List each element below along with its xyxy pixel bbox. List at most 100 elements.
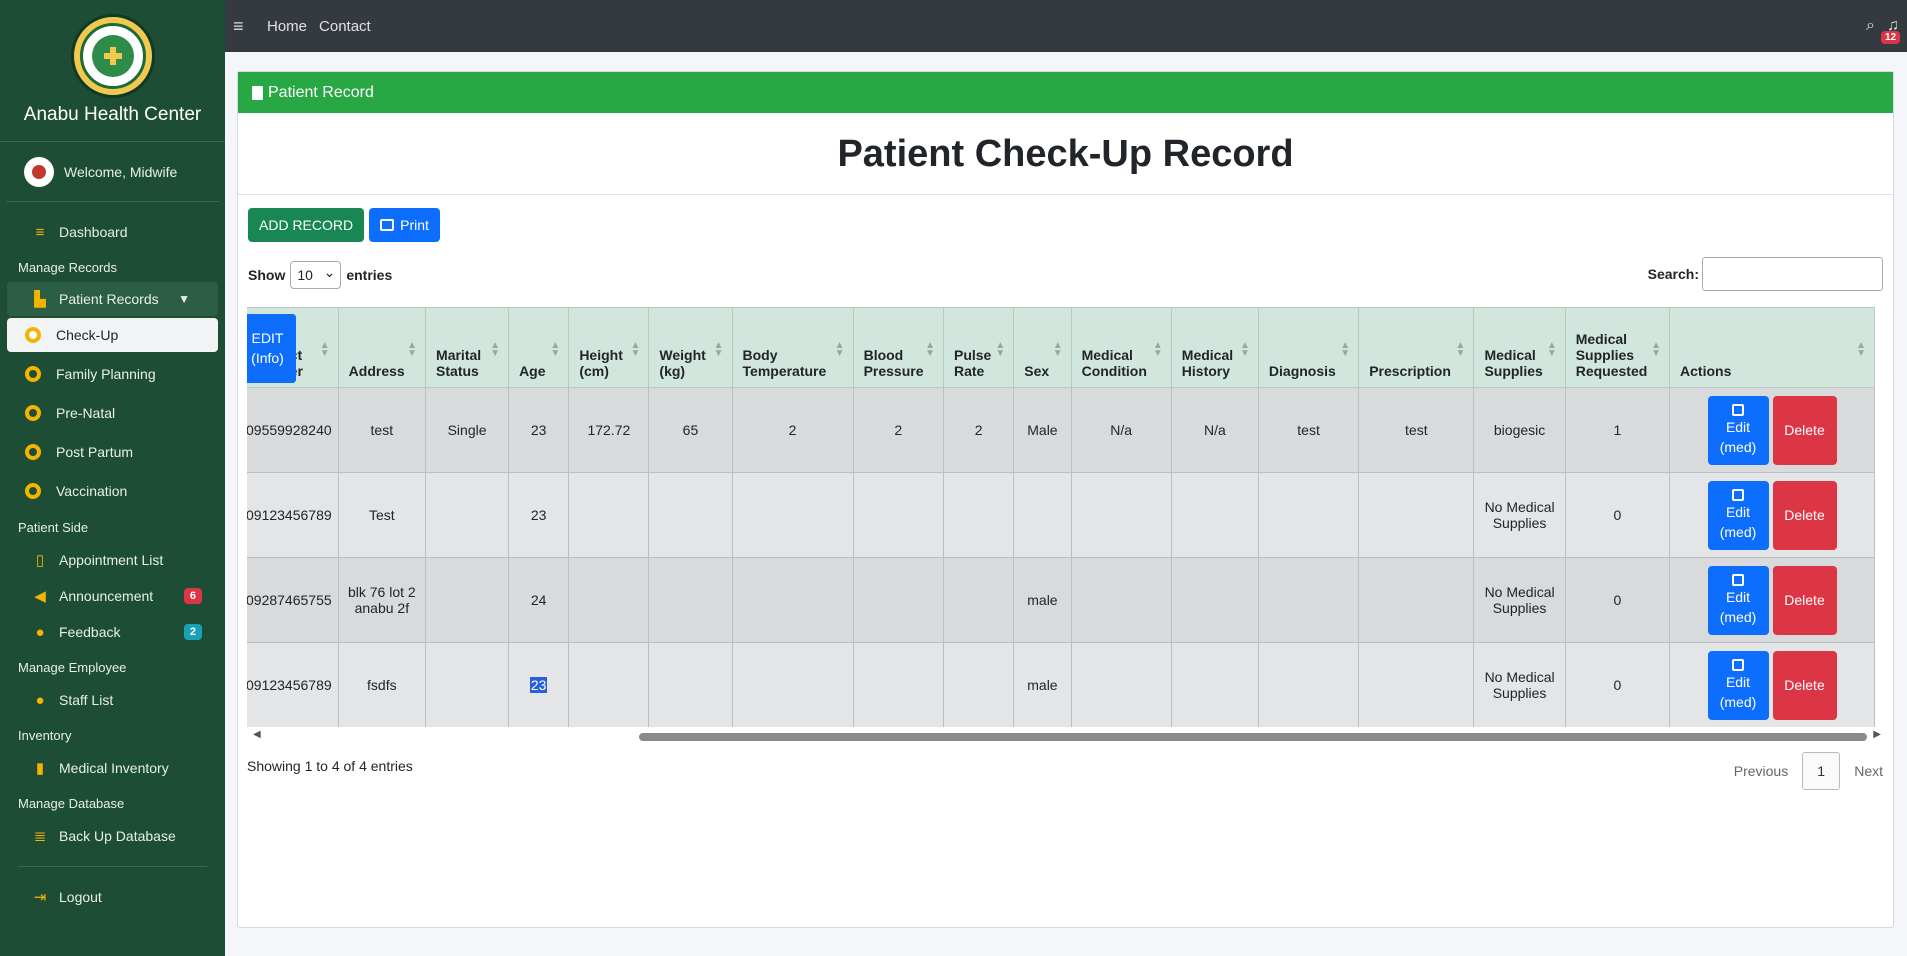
table-body: 09559928240 test Single 23 172.72 65 2 2 2 Male N/…	[247, 313, 1875, 727]
sidebar-item-post-partum[interactable]: Post Partum	[7, 432, 218, 471]
column-header-label: Address	[348, 363, 405, 379]
sort-icon: ▲ ▼	[925, 340, 935, 359]
entries-info: Showing 1 to 4 of 4 entries	[247, 758, 413, 774]
column-header[interactable]: Address ▲ ▼	[337, 307, 427, 388]
checkup-table: Contact Number▲▼Address▲▼Marital Status▲…	[247, 307, 1875, 727]
edit-med-button[interactable]: Edit (med)	[1707, 395, 1769, 465]
sidebar-item-vaccination[interactable]: Vaccination	[7, 471, 218, 510]
circle-icon	[25, 443, 41, 460]
sidebar-item-feedback[interactable]: ● Feedback 2	[7, 614, 218, 650]
table-cell	[1358, 557, 1475, 643]
table-cell: Male	[1013, 387, 1072, 473]
table-cell: 65	[648, 387, 733, 473]
brand: Anabu Health Center	[0, 0, 225, 142]
search-icon[interactable]: ⌕	[1866, 17, 1875, 35]
column-header-label: Medical Supplies	[1484, 347, 1543, 379]
column-header[interactable]: Diagnosis ▲ ▼	[1257, 307, 1360, 388]
logout-icon: ⇥	[33, 889, 47, 906]
column-header[interactable]: Blood Pressure ▲ ▼	[852, 307, 944, 388]
column-header-label: Actions	[1680, 363, 1732, 379]
scrollbar-thumb[interactable]	[639, 733, 1867, 741]
column-header[interactable]: Weight (kg) ▲ ▼	[648, 307, 733, 388]
table-cell: 0	[1564, 472, 1671, 558]
table-cell	[568, 557, 650, 643]
sidebar-item-logout[interactable]: ⇥ Logout	[7, 879, 218, 915]
sort-icon: ▲ ▼	[713, 340, 724, 359]
next-button[interactable]: Next	[1854, 763, 1883, 779]
pagination: Previous 1 Next	[1734, 752, 1883, 790]
table-cell: 23	[508, 642, 570, 727]
sidebar-item-medical-inventory[interactable]: ▮ Medical Inventory	[7, 750, 218, 786]
previous-button[interactable]: Previous	[1734, 763, 1788, 779]
sort-icon: ▲ ▼	[834, 340, 845, 359]
comments-icon: ●	[35, 623, 45, 641]
table-cell: 0	[1564, 642, 1671, 727]
delete-button[interactable]: Delete	[1772, 395, 1837, 465]
edit-med-button[interactable]: Edit (med)	[1707, 565, 1769, 635]
circle-icon	[25, 404, 41, 421]
add-record-button[interactable]: ADD RECORD	[248, 208, 365, 242]
column-header-label: Age	[519, 363, 546, 379]
circle-icon	[25, 327, 41, 343]
sidebar-item-family-planning[interactable]: Family Planning	[7, 354, 218, 393]
table-cell	[1257, 557, 1360, 643]
column-header-label: Sex	[1024, 363, 1050, 379]
avatar	[24, 156, 54, 187]
table-scroll-area[interactable]: Contact Number▲▼Address▲▼Marital Status▲…	[247, 307, 1883, 727]
nav-link-contact[interactable]: Contact	[319, 18, 371, 35]
delete-button[interactable]: Delete	[1772, 565, 1837, 635]
sidebar-item-patient-records[interactable]: ▙ Patient Records ▼	[7, 282, 218, 316]
table-cell	[1070, 642, 1172, 727]
actions-cell: Edit (med) EDIT (Info) Delete	[247, 313, 1875, 473]
column-header[interactable]: Prescription ▲ ▼	[1358, 307, 1475, 388]
column-header[interactable]: Age ▲ ▼	[508, 307, 570, 388]
sidebar-item-staff-list[interactable]: ● Staff List	[7, 682, 218, 718]
scroll-right-arrow-icon[interactable]: ▶	[1873, 729, 1881, 740]
entries-select[interactable]: 10	[290, 261, 342, 289]
column-header[interactable]: Medical Supplies ▲ ▼	[1473, 307, 1566, 388]
sidebar-item-dashboard[interactable]: ≡ Dashboard	[7, 214, 218, 250]
hamburger-menu-icon[interactable]: ≡	[233, 16, 255, 37]
delete-button[interactable]: Delete	[1772, 480, 1837, 550]
table-row: 09287465755 blk 76 lot 2 anabu 2f 24 male No…	[247, 313, 1875, 643]
table-cell: No Medical Supplies	[1473, 472, 1566, 558]
table-cell	[852, 557, 944, 643]
edit-med-button[interactable]: Edit (med)	[1707, 650, 1769, 720]
sidebar-item-backup-database[interactable]: ≣ Back Up Database	[7, 818, 218, 854]
sidebar-item-appointment-list[interactable]: ▯ Appointment List	[7, 542, 218, 578]
sidebar-nav: ≡ Dashboard Manage Records ▙ Patient Rec…	[0, 202, 225, 915]
edit-info-button[interactable]: EDIT (Info)	[247, 313, 296, 383]
column-header[interactable]: Actions ▲ ▼	[1669, 307, 1875, 388]
column-header[interactable]: Medical Condition ▲ ▼	[1070, 307, 1172, 388]
bell-icon[interactable]: ♫ 12	[1881, 17, 1901, 44]
search-input[interactable]	[1702, 257, 1883, 291]
table-cell: 2	[942, 387, 1015, 473]
edit-med-button[interactable]: Edit (med)	[1707, 480, 1769, 550]
sort-icon: ▲ ▼	[1152, 340, 1163, 359]
sort-icon: ▲ ▼	[630, 340, 641, 359]
table-cell	[648, 472, 733, 558]
column-header[interactable]: Marital Status ▲ ▼	[425, 307, 510, 388]
table-cell: 24	[508, 557, 570, 643]
column-header-label: Diagnosis	[1268, 363, 1336, 379]
table-cell	[852, 472, 944, 558]
page-1-button[interactable]: 1	[1802, 752, 1841, 790]
datatable-controls: Show 10 entries Search:	[238, 257, 1893, 303]
sidebar: Anabu Health Center Welcome, Midwife ≡ D…	[0, 0, 225, 956]
column-header[interactable]: Height (cm) ▲ ▼	[568, 307, 650, 388]
nav-link-home[interactable]: Home	[267, 18, 307, 35]
column-header[interactable]: Body Temperature ▲ ▼	[731, 307, 854, 388]
sidebar-item-announcement[interactable]: ◀ Announcement 6	[7, 578, 218, 614]
user-panel[interactable]: Welcome, Midwife	[6, 142, 219, 202]
column-header[interactable]: Medical Supplies Requested ▲ ▼	[1564, 307, 1671, 388]
sidebar-item-check-up[interactable]: Check-Up	[7, 318, 218, 352]
horizontal-scrollbar[interactable]: ◀ ▶	[247, 729, 1883, 743]
section-inventory: Inventory	[18, 728, 72, 743]
column-header[interactable]: Medical History ▲ ▼	[1170, 307, 1259, 388]
scroll-left-arrow-icon[interactable]: ◀	[253, 729, 261, 740]
sidebar-item-pre-natal[interactable]: Pre-Natal	[7, 393, 218, 432]
delete-button[interactable]: Delete	[1772, 650, 1837, 720]
column-header[interactable]: Sex ▲ ▼	[1013, 307, 1072, 388]
print-button[interactable]: Print	[369, 208, 440, 242]
column-header[interactable]: Pulse Rate ▲ ▼	[942, 307, 1015, 388]
